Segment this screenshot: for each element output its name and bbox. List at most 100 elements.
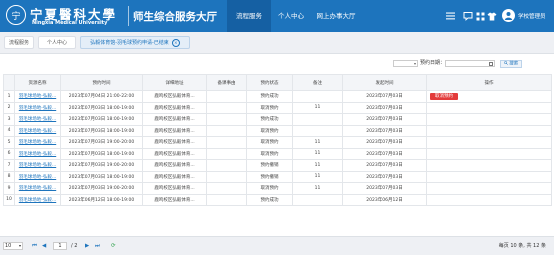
- booking-status: 取消预约: [246, 101, 293, 114]
- page-tab-personal-center[interactable]: 个人中心: [38, 36, 76, 49]
- search-button[interactable]: 搜索: [500, 60, 522, 68]
- refresh-icon[interactable]: ⟳: [111, 242, 116, 250]
- address: 鹿鸣校区弘毅体育...: [142, 101, 207, 114]
- table-row[interactable]: 2 羽毛球场地-弘毅... 2023年07月03日 18:00-19:00 鹿鸣校区弘…: [3, 101, 552, 114]
- close-icon[interactable]: ×: [171, 38, 180, 47]
- next-page-icon[interactable]: ▶: [85, 242, 89, 250]
- menu-icon[interactable]: [444, 10, 456, 22]
- table-row[interactable]: 6 羽毛球场地-弘毅... 2023年07月03日 18:00-19:00 鹿鸣校区弘…: [3, 147, 552, 160]
- cancel-booking-button[interactable]: 取消预约: [430, 92, 458, 100]
- booking-time: 2023年07月04日 21:00-22:00: [60, 90, 143, 103]
- resource-name-link[interactable]: 羽毛球场地-弘毅...: [14, 113, 61, 126]
- row-index: 10: [3, 193, 15, 206]
- row-index: 7: [3, 159, 15, 172]
- column-header[interactable]: 发起时间: [342, 74, 427, 91]
- dropdown-arrow-icon: ▾: [413, 61, 416, 66]
- page-tab-label: 弘毅体育馆-羽毛球预约申请-已结束: [90, 40, 169, 46]
- remark: 11: [292, 170, 343, 183]
- table-row[interactable]: 10 羽毛球场地-弘毅... 2023年06月12日 18:00-19:00 鹿鸣校区…: [3, 193, 552, 206]
- booking-time: 2023年07月03日 18:00-19:00: [60, 124, 143, 137]
- booking-time: 2023年07月03日 18:00-19:00: [60, 170, 143, 183]
- address: 鹿鸣校区弘毅体育...: [142, 182, 207, 195]
- page-tab-process-service[interactable]: 流程服务: [4, 36, 34, 49]
- column-header[interactable]: 备课事由: [206, 74, 247, 91]
- search-button-label: 搜索: [509, 61, 519, 67]
- page-size-select[interactable]: 10 ▾: [3, 242, 23, 250]
- page-size-value: 10: [5, 243, 12, 249]
- booking-status: 取消预约: [246, 182, 293, 195]
- address: 鹿鸣校区弘毅体育...: [142, 90, 207, 103]
- booking-reason: [206, 90, 247, 103]
- booking-time: 2023年07月03日 19:00-20:00: [60, 159, 143, 172]
- booking-status: 取消预约: [246, 136, 293, 149]
- page-tabs-bar: 流程服务 个人中心 弘毅体育馆-羽毛球预约申请-已结束 ×: [0, 32, 554, 54]
- remark: 11: [292, 159, 343, 172]
- university-name-en: Ningxia Medical University: [32, 20, 108, 26]
- column-header[interactable]: 资源名称: [14, 74, 61, 91]
- created-time: 2023年07月03日: [342, 182, 427, 195]
- app-title: 师生综合服务大厅: [133, 11, 217, 23]
- nav-tab-personal-center[interactable]: 个人中心: [271, 0, 311, 32]
- current-page-input[interactable]: 1: [53, 242, 67, 250]
- action-cell: [426, 124, 552, 137]
- pagination-bar: 10 ▾ ⏮ ◀ 1 / 2 ▶ ⏭ ⟳ 每页 10 条, 共 12 条: [0, 236, 554, 255]
- shirt-icon[interactable]: [486, 10, 498, 22]
- table-row[interactable]: 4 羽毛球场地-弘毅... 2023年07月03日 18:00-19:00 鹿鸣校区弘…: [3, 124, 552, 137]
- table-row[interactable]: 8 羽毛球场地-弘毅... 2023年07月03日 18:00-19:00 鹿鸣校区弘…: [3, 170, 552, 183]
- resource-name-link[interactable]: 羽毛球场地-弘毅...: [14, 182, 61, 195]
- resource-name-link[interactable]: 羽毛球场地-弘毅...: [14, 101, 61, 114]
- first-page-icon[interactable]: ⏮: [32, 242, 37, 250]
- row-index: 4: [3, 124, 15, 137]
- nav-tab-online-hall[interactable]: 网上办事大厅: [311, 0, 361, 32]
- nav-tab-process-service[interactable]: 流程服务: [227, 0, 271, 32]
- resource-name-link[interactable]: 羽毛球场地-弘毅...: [14, 136, 61, 149]
- action-cell: [426, 182, 552, 195]
- column-header[interactable]: 预约时间: [60, 74, 143, 91]
- address: 鹿鸣校区弘毅体育...: [142, 113, 207, 126]
- row-index: 8: [3, 170, 15, 183]
- booking-status: 预约撤销: [246, 170, 293, 183]
- resource-name-link[interactable]: 羽毛球场地-弘毅...: [14, 193, 61, 206]
- column-header[interactable]: 详细地址: [142, 74, 207, 91]
- created-time: 2023年07月03日: [342, 136, 427, 149]
- address: 鹿鸣校区弘毅体育...: [142, 147, 207, 160]
- column-header[interactable]: 预约状态: [246, 74, 293, 91]
- remark: [292, 193, 343, 206]
- row-index: 9: [3, 182, 15, 195]
- avatar[interactable]: [502, 9, 515, 22]
- grid-icon[interactable]: [474, 10, 486, 22]
- remark: 11: [292, 101, 343, 114]
- created-time: 2023年07月03日: [342, 159, 427, 172]
- table-row[interactable]: 1 羽毛球场地-弘毅... 2023年07月04日 21:00-22:00 鹿鸣校区弘…: [3, 90, 552, 103]
- username[interactable]: 学校管理员: [518, 12, 546, 20]
- column-header[interactable]: 备注: [292, 74, 343, 91]
- calendar-icon[interactable]: [489, 62, 493, 66]
- action-cell: [426, 113, 552, 126]
- remark: [292, 113, 343, 126]
- page-tab-badminton-booking[interactable]: 弘毅体育馆-羽毛球预约申请-已结束 ×: [80, 36, 190, 49]
- booking-time: 2023年07月03日 19:00-20:00: [60, 136, 143, 149]
- resource-name-link[interactable]: 羽毛球场地-弘毅...: [14, 147, 61, 160]
- prev-page-icon[interactable]: ◀: [42, 242, 46, 250]
- resource-name-link[interactable]: 羽毛球场地-弘毅...: [14, 170, 61, 183]
- resource-name-link[interactable]: 羽毛球场地-弘毅...: [14, 90, 61, 103]
- logo-mark: 宁: [11, 11, 21, 22]
- booking-reason: [206, 170, 247, 183]
- created-time: 2023年07月03日: [342, 124, 427, 137]
- table-row[interactable]: 5 羽毛球场地-弘毅... 2023年07月03日 19:00-20:00 鹿鸣校区弘…: [3, 136, 552, 149]
- resource-name-link[interactable]: 羽毛球场地-弘毅...: [14, 159, 61, 172]
- booking-date-input[interactable]: [445, 60, 495, 67]
- table-row[interactable]: 3 羽毛球场地-弘毅... 2023年07月03日 18:00-19:00 鹿鸣校区弘…: [3, 113, 552, 126]
- resource-name-link[interactable]: 羽毛球场地-弘毅...: [14, 124, 61, 137]
- booking-table: 资源名称 预约时间 详细地址 备课事由 预约状态 备注 发起时间 操作 1 羽毛球…: [3, 74, 552, 206]
- table-row[interactable]: 9 羽毛球场地-弘毅... 2023年07月03日 19:00-20:00 鹿鸣校区弘…: [3, 182, 552, 195]
- message-icon[interactable]: [462, 10, 474, 22]
- column-header: [3, 74, 15, 91]
- address: 鹿鸣校区弘毅体育...: [142, 170, 207, 183]
- booking-status: 取消预约: [246, 147, 293, 160]
- filter-select[interactable]: ▾: [393, 60, 418, 67]
- table-row[interactable]: 7 羽毛球场地-弘毅... 2023年07月03日 19:00-20:00 鹿鸣校区弘…: [3, 159, 552, 172]
- last-page-icon[interactable]: ⏭: [95, 242, 100, 250]
- logo-divider: [128, 6, 129, 26]
- remark: 11: [292, 147, 343, 160]
